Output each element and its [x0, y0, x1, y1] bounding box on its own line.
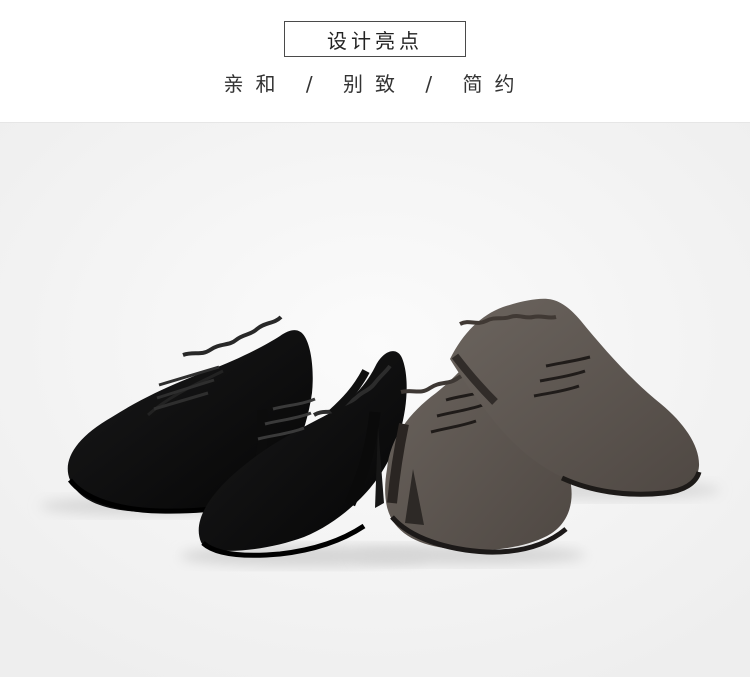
design-highlight-header-box: 设计亮点 [284, 21, 466, 57]
subtitle-text: 亲和 / 别致 / 简约 [223, 72, 527, 96]
product-photo [0, 122, 750, 677]
design-highlight-title: 设计亮点 [327, 28, 423, 53]
shoe-illustration [0, 123, 750, 677]
